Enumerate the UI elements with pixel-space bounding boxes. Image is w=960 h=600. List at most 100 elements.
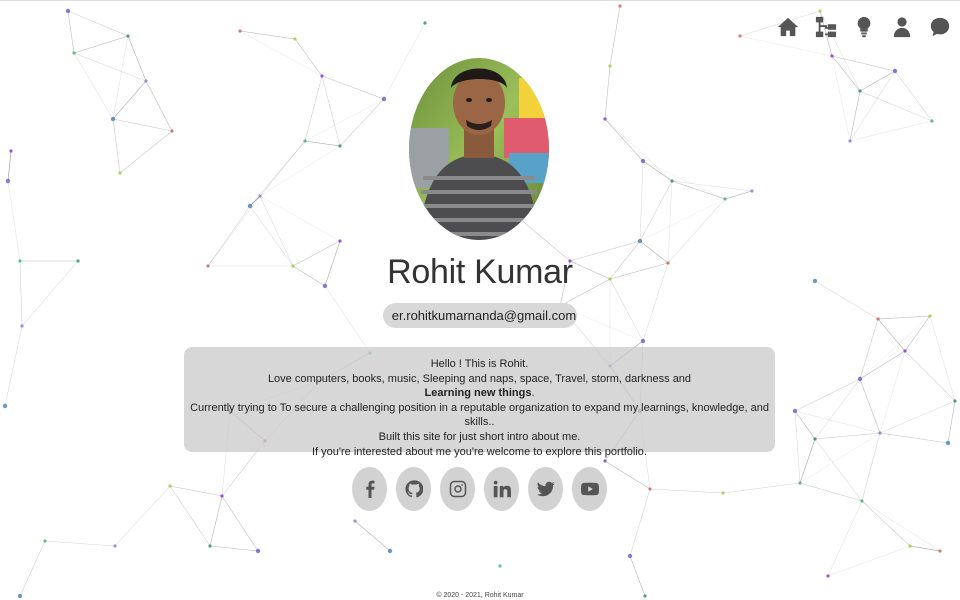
network-link xyxy=(239,30,323,77)
network-node xyxy=(857,376,863,382)
network-link xyxy=(604,460,651,490)
network-link xyxy=(339,98,385,147)
network-node xyxy=(848,139,852,143)
instagram-link[interactable] xyxy=(440,467,475,511)
nav-home-button[interactable] xyxy=(776,15,800,39)
profile-name: Rohit Kumar xyxy=(387,253,573,291)
youtube-link[interactable] xyxy=(572,467,607,511)
social-links xyxy=(352,467,607,511)
network-link xyxy=(799,432,881,484)
network-node xyxy=(608,64,612,68)
lightbulb-icon xyxy=(857,16,871,38)
network-node xyxy=(640,338,646,344)
network-link xyxy=(799,482,863,502)
network-node xyxy=(5,178,11,184)
network-node xyxy=(627,553,633,559)
network-link xyxy=(294,38,323,77)
network-node xyxy=(43,539,47,543)
network-link xyxy=(19,540,46,597)
network-node xyxy=(338,239,342,243)
network-node xyxy=(110,116,116,122)
network-node xyxy=(792,408,798,414)
network-node xyxy=(170,129,174,133)
network-link xyxy=(877,318,906,352)
bio-card: Hello ! This is Rohit. Love computers, b… xyxy=(184,347,775,458)
network-link xyxy=(724,190,753,200)
network-link xyxy=(629,488,651,557)
network-node xyxy=(892,68,898,74)
network-link xyxy=(221,495,259,552)
network-node xyxy=(353,519,357,523)
network-node xyxy=(858,89,862,93)
network-link xyxy=(304,140,341,147)
network-link xyxy=(799,438,816,484)
network-link xyxy=(145,80,173,132)
nav-contact-button[interactable] xyxy=(928,15,952,39)
twitter-icon xyxy=(536,481,555,497)
network-node xyxy=(220,494,224,498)
network-link xyxy=(639,180,673,242)
network-link xyxy=(879,432,949,444)
network-node xyxy=(813,437,817,441)
network-link xyxy=(239,30,296,40)
network-node xyxy=(670,179,674,183)
network-node xyxy=(637,238,643,244)
github-link[interactable] xyxy=(396,467,431,511)
network-node xyxy=(65,8,71,14)
network-link xyxy=(169,485,211,547)
network-link xyxy=(849,120,933,142)
network-link xyxy=(604,118,644,162)
network-link xyxy=(112,118,121,174)
network-link xyxy=(831,55,896,72)
nav-ideas-button[interactable] xyxy=(852,15,876,39)
nav-projects-button[interactable] xyxy=(814,15,838,39)
network-link xyxy=(209,545,259,552)
nav-about-button[interactable] xyxy=(890,15,914,39)
network-node xyxy=(168,484,172,488)
network-node xyxy=(878,431,882,435)
network-node xyxy=(381,96,387,102)
network-link xyxy=(73,52,147,82)
network-node xyxy=(72,51,76,55)
network-node xyxy=(338,144,342,148)
network-node xyxy=(208,544,212,548)
network-node xyxy=(640,158,646,164)
network-link xyxy=(859,350,906,380)
network-link xyxy=(112,35,129,120)
network-link xyxy=(609,5,621,67)
network-link xyxy=(44,540,116,547)
network-node xyxy=(930,119,934,123)
network-node xyxy=(255,548,261,554)
network-link xyxy=(947,400,956,444)
network-link xyxy=(722,482,801,494)
network-link xyxy=(671,180,753,192)
footer-copyright: © 2020 - 2021, Rohit Kumar xyxy=(436,592,524,599)
network-link xyxy=(259,145,341,197)
twitter-link[interactable] xyxy=(528,467,563,511)
network-link xyxy=(642,160,673,182)
network-link xyxy=(649,488,724,494)
bio-line-greeting: Hello ! This is Rohit. xyxy=(430,358,529,370)
network-link xyxy=(794,378,861,412)
network-link xyxy=(667,180,673,264)
network-node xyxy=(928,314,932,318)
network-link xyxy=(67,10,75,54)
network-node xyxy=(113,544,117,548)
bio-learning-highlight: Learning new things xyxy=(424,387,532,400)
bio-line-interests: Love computers, books, music, Sleeping a… xyxy=(267,372,692,385)
network-link xyxy=(169,485,223,497)
network-link xyxy=(321,75,385,100)
network-node xyxy=(938,549,942,553)
network-node xyxy=(247,203,253,209)
network-link xyxy=(794,410,801,484)
network-link xyxy=(639,160,644,242)
facebook-link[interactable] xyxy=(352,467,387,511)
network-link xyxy=(642,160,726,200)
network-link xyxy=(859,70,896,92)
network-link xyxy=(904,315,931,352)
network-link xyxy=(861,500,941,552)
network-link xyxy=(209,495,223,547)
email-link[interactable]: er.rohitkumarnanda@gmail.com xyxy=(383,303,577,328)
network-node xyxy=(830,54,834,58)
linkedin-link[interactable] xyxy=(484,467,519,511)
